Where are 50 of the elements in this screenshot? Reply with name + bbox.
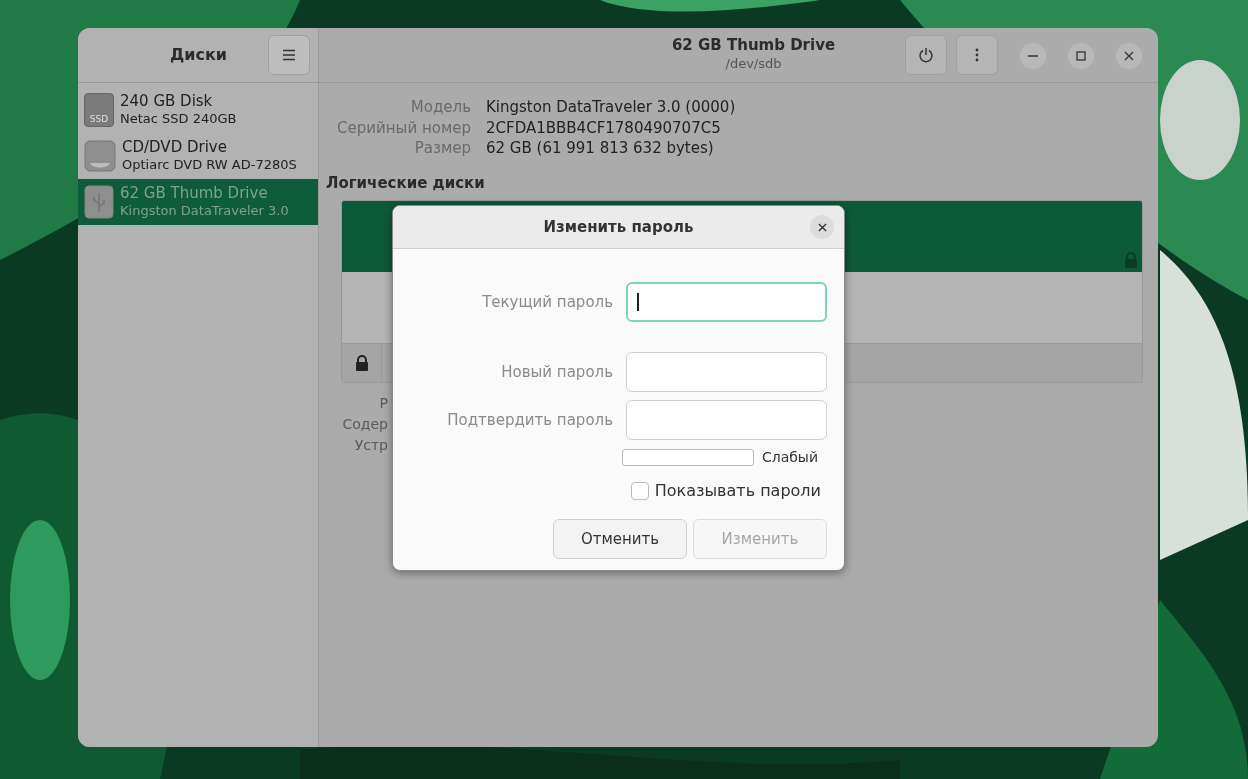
drive-model: Kingston DataTraveler 3.0 (120, 202, 289, 220)
sidebar-title: Диски (170, 44, 227, 66)
close-button[interactable] (810, 215, 834, 239)
close-button[interactable] (1116, 43, 1142, 69)
detail-label: Содер (342, 415, 388, 434)
maximize-button[interactable] (1068, 43, 1094, 69)
detail-label: Модель (409, 97, 471, 118)
checkbox[interactable] (630, 482, 649, 500)
detail-value: Kingston DataTraveler 3.0 (0000) (486, 97, 737, 118)
detail-value: 62 GB (61 991 813 632 bytes) (486, 138, 715, 159)
power-button[interactable] (905, 35, 947, 75)
drive-item[interactable]: SSD 240 GB Disk Netac SSD 240GB (78, 87, 318, 133)
field-label: Подтвердить пароль (447, 409, 613, 431)
maximize-icon (1076, 51, 1086, 61)
strength-reading: Слабый (761, 448, 818, 467)
window-subtitle: /dev/sdb (725, 55, 782, 72)
drive-item[interactable]: CD/DVD Drive Optiarc DVD RW AD-7280S (78, 133, 318, 179)
detail-label: Устр (354, 436, 388, 455)
more-icon (975, 48, 979, 62)
close-icon (1124, 51, 1134, 61)
window-title: 62 GB Thumb Drive (671, 36, 836, 55)
unlock-icon (1124, 252, 1138, 268)
usb-icon (84, 185, 114, 219)
detail-label: Размер (413, 138, 471, 159)
power-icon (918, 47, 934, 63)
password-field[interactable] (626, 352, 827, 392)
drive-model: Optiarc DVD RW AD-7280S (122, 156, 297, 174)
ssd-icon: SSD (84, 93, 114, 127)
detail-value: 2CFDA1BBB4CF1780490707C5 (486, 117, 722, 138)
drive-name: 240 GB Disk (120, 92, 214, 110)
dialog-title: Изменить пароль (543, 216, 694, 238)
drive-name: 62 GB Thumb Drive (120, 184, 269, 202)
password-field[interactable] (626, 400, 827, 440)
minimize-icon (1028, 55, 1038, 57)
section-title: Логические диски (326, 172, 486, 194)
drive-name: CD/DVD Drive (122, 138, 228, 156)
minimize-button[interactable] (1020, 43, 1046, 69)
detail-label: Серийный номер (336, 117, 471, 138)
menu-icon (282, 49, 296, 61)
close-icon (817, 222, 827, 232)
field-label: Текущий пароль (482, 291, 613, 313)
menu-button[interactable] (268, 35, 310, 75)
drive-model: Netac SSD 240GB (120, 110, 237, 128)
cancel-button[interactable]: Отменить (553, 519, 687, 559)
optical-drive-icon (84, 139, 116, 173)
password-field[interactable] (626, 282, 827, 322)
detail-label: Р (379, 394, 388, 413)
lock-icon (354, 355, 369, 371)
checkbox-label: Показывать пароли (654, 480, 821, 502)
field-label: Новый пароль (501, 361, 613, 383)
